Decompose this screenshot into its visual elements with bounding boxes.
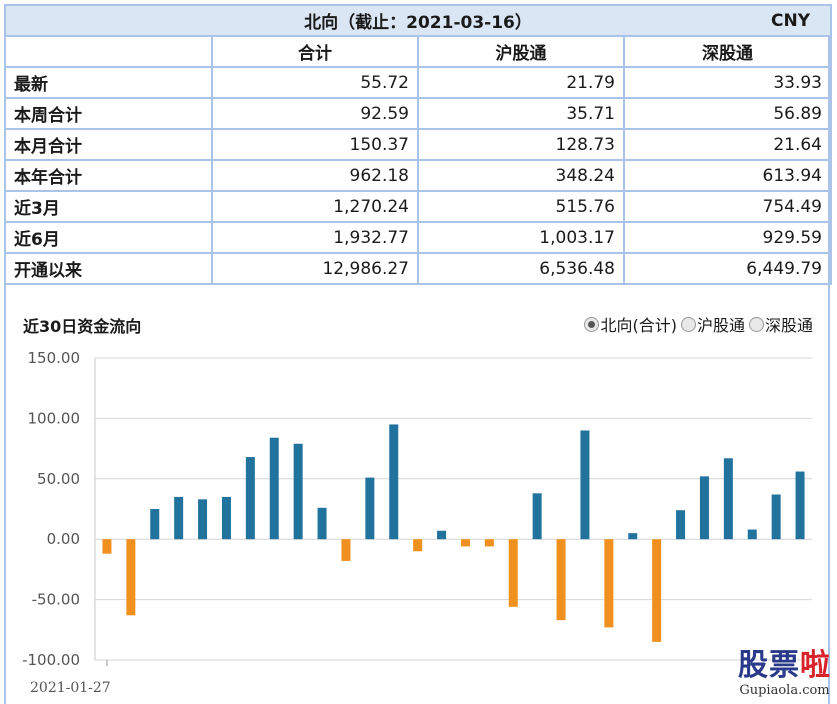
cell-sh: 515.76	[417, 190, 625, 223]
flow-bar	[437, 530, 447, 540]
cell-total: 1,270.24	[211, 190, 419, 223]
x-tick-label: 2021-01-27	[30, 680, 111, 696]
table-row: 近3月 1,270.24 515.76 754.49	[4, 190, 832, 223]
row-label: 本年合计	[4, 159, 213, 192]
cell-total: 1,932.77	[211, 221, 419, 254]
radio-label: 北向(合计)	[600, 316, 677, 335]
flow-bar	[652, 539, 662, 642]
cell-sh: 21.79	[417, 66, 625, 99]
flow-bar	[198, 499, 208, 540]
row-label: 开通以来	[4, 252, 213, 285]
y-tick-label: 150.00	[28, 349, 81, 367]
cell-sz: 56.89	[623, 97, 832, 130]
y-tick-label: -100.00	[22, 651, 80, 669]
flow-bar	[699, 476, 709, 540]
cell-sz: 613.94	[623, 159, 832, 192]
flow-bar	[747, 529, 757, 540]
flow-bar	[221, 496, 231, 540]
table-row: 最新 55.72 21.79 33.93	[4, 66, 832, 99]
flow-bar	[245, 457, 255, 540]
cell-sh: 348.24	[417, 159, 625, 192]
radio-label: 深股通	[764, 316, 813, 335]
row-label: 近3月	[4, 190, 213, 223]
cell-total: 12,986.27	[211, 252, 419, 285]
table-title: 北向（截止：2021-03-16）	[304, 13, 532, 33]
flow-bar	[771, 494, 781, 540]
northbound-flow-table: 北向（截止：2021-03-16） CNY 合计 沪股通 深股通 最新 55.7…	[4, 4, 832, 285]
radio-unselected-icon[interactable]	[748, 316, 764, 332]
row-label: 最新	[4, 66, 213, 99]
flow-bar	[317, 507, 327, 540]
y-tick-label: 50.00	[37, 470, 80, 488]
y-tick-label: 0.00	[47, 530, 80, 548]
column-header-sh-connect: 沪股通	[417, 35, 625, 68]
cell-total: 962.18	[211, 159, 419, 192]
table-title-cell: 北向（截止：2021-03-16） CNY	[4, 4, 832, 37]
flow-bar	[126, 539, 136, 616]
row-label: 本月合计	[4, 128, 213, 161]
flow-bar	[269, 437, 279, 540]
table-row: 本月合计 150.37 128.73 21.64	[4, 128, 832, 161]
cell-total: 92.59	[211, 97, 419, 130]
column-header-empty	[4, 35, 213, 68]
radio-unselected-icon[interactable]	[680, 316, 696, 332]
cell-sz: 21.64	[623, 128, 832, 161]
watermark-text-a: 股票	[738, 648, 800, 683]
watermark-text-b: 啦	[800, 648, 831, 683]
column-header-sz-connect: 深股通	[623, 35, 832, 68]
flow-bar	[293, 443, 303, 540]
flow-bar	[628, 533, 638, 540]
column-header-total: 合计	[211, 35, 419, 68]
cell-total: 55.72	[211, 66, 419, 99]
cell-sh: 6,536.48	[417, 252, 625, 285]
flow-bar	[676, 510, 686, 540]
flow-bar	[556, 539, 566, 621]
series-radio-group: 北向(合计) 沪股通 深股通	[580, 312, 813, 336]
flow-bar	[413, 539, 423, 552]
table-row: 本周合计 92.59 35.71 56.89	[4, 97, 832, 130]
row-label: 近6月	[4, 221, 213, 254]
row-label: 本周合计	[4, 97, 213, 130]
chart-title: 近30日资金流向	[23, 317, 142, 336]
cell-sz: 6,449.79	[623, 252, 832, 285]
cell-sz: 754.49	[623, 190, 832, 223]
radio-sz-connect[interactable]: 深股通	[748, 312, 813, 336]
table-row: 近6月 1,932.77 1,003.17 929.59	[4, 221, 832, 254]
flow-bar	[460, 539, 470, 547]
y-tick-label: 100.00	[28, 409, 81, 427]
cell-sz: 929.59	[623, 221, 832, 254]
cell-sh: 128.73	[417, 128, 625, 161]
radio-label: 沪股通	[696, 316, 745, 335]
currency-label: CNY	[770, 11, 810, 31]
radio-northbound-total[interactable]: 北向(合计)	[584, 312, 677, 336]
cell-sz: 33.93	[623, 66, 832, 99]
flow-bar	[174, 496, 184, 540]
flow-bar	[150, 509, 160, 540]
flow-bar	[580, 430, 590, 540]
table-row: 本年合计 962.18 348.24 613.94	[4, 159, 832, 192]
y-tick-label: -50.00	[32, 591, 80, 609]
column-header-row: 合计 沪股通 深股通	[4, 35, 832, 68]
flow-bar	[365, 477, 375, 540]
radio-sh-connect[interactable]: 沪股通	[680, 312, 745, 336]
cell-sh: 1,003.17	[417, 221, 625, 254]
flow-bar	[484, 539, 494, 547]
table-row: 开通以来 12,986.27 6,536.48 6,449.79	[4, 252, 832, 285]
cell-total: 150.37	[211, 128, 419, 161]
flow-bar	[389, 424, 399, 540]
flow-bar	[723, 458, 733, 540]
flow-bar	[508, 539, 518, 607]
flow-bar	[341, 539, 351, 561]
watermark-url: Gupiaola.com	[739, 683, 830, 698]
flow-bar	[604, 539, 614, 628]
table-header-row: 北向（截止：2021-03-16） CNY	[4, 4, 832, 37]
watermark-logo: 股票啦 Gupiaola.com	[738, 648, 831, 699]
flow-bar	[102, 539, 112, 554]
cell-sh: 35.71	[417, 97, 625, 130]
flow-bar	[532, 493, 542, 540]
radio-selected-icon[interactable]	[584, 316, 600, 332]
flow-bar	[795, 471, 805, 540]
flow-bar-chart: 150.00 100.00 50.00 0.00 -50.00 -100.00 2021-0…	[22, 349, 812, 696]
